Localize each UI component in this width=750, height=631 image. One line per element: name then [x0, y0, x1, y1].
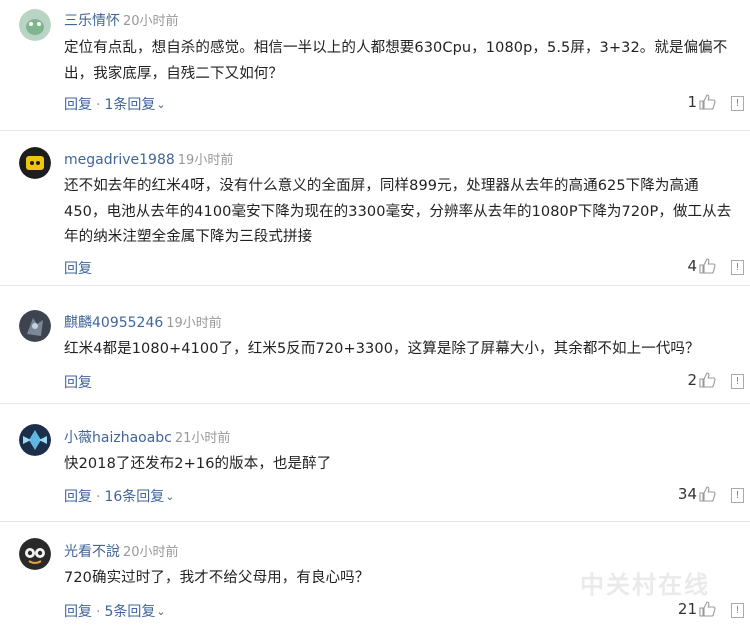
- separator: ·: [96, 489, 101, 505]
- like-count: 1: [687, 93, 697, 111]
- comment-author[interactable]: 小薇haizhaoabc 21小时前: [64, 427, 230, 447]
- watermark: 中关村在线: [580, 572, 710, 599]
- comment-item: 小薇haizhaoabc 21小时前 快2018了还发布2+16的版本，也是醉了 …: [0, 404, 750, 522]
- report-icon[interactable]: !: [731, 488, 744, 503]
- comment-actions: 回复 · 16条回复⌄: [64, 486, 175, 506]
- username[interactable]: 光看不說: [64, 544, 120, 560]
- thumbs-up-icon: [699, 372, 716, 388]
- thumbs-up-icon: [699, 601, 716, 617]
- like-button[interactable]: 1: [687, 93, 716, 111]
- chevron-down-icon: ⌄: [156, 605, 166, 618]
- avatar[interactable]: [19, 538, 51, 570]
- timestamp: 20小时前: [123, 14, 179, 29]
- avatar[interactable]: [19, 147, 51, 179]
- view-replies-button[interactable]: 1条回复⌄: [104, 97, 165, 113]
- reply-button[interactable]: 回复: [64, 97, 92, 113]
- reply-button[interactable]: 回复: [64, 261, 92, 277]
- comment-actions: 回复 · 1条回复⌄: [64, 94, 166, 114]
- username[interactable]: 小薇haizhaoabc: [64, 430, 172, 446]
- comment-item: 三乐情怀 20小时前 定位有点乱，想自杀的感觉。相信一半以上的人都想要630Cpu…: [0, 0, 750, 131]
- username[interactable]: 麒麟40955246: [64, 315, 163, 331]
- reply-button[interactable]: 回复: [64, 604, 92, 620]
- avatar[interactable]: [19, 424, 51, 456]
- comment-author[interactable]: megadrive1988 19小时前: [64, 149, 233, 168]
- comment-item: 麒麟40955246 19小时前 红米4都是1080+4100了，红米5反而720…: [0, 286, 750, 404]
- report-icon[interactable]: !: [731, 374, 744, 389]
- comment-body: 定位有点乱，想自杀的感觉。相信一半以上的人都想要630Cpu，1080p，5.5…: [64, 40, 728, 82]
- comment-author[interactable]: 麒麟40955246 19小时前: [64, 312, 222, 332]
- chevron-down-icon: ⌄: [156, 98, 166, 111]
- separator: ·: [96, 97, 101, 113]
- comment-author[interactable]: 光看不說 20小时前: [64, 541, 179, 561]
- view-replies-button[interactable]: 16条回复⌄: [104, 489, 174, 505]
- thumbs-up-icon: [699, 258, 716, 274]
- report-icon[interactable]: !: [731, 96, 744, 111]
- timestamp: 21小时前: [174, 431, 231, 446]
- like-button[interactable]: 2: [687, 371, 716, 389]
- comment-author[interactable]: 三乐情怀 20小时前: [64, 10, 179, 30]
- report-icon[interactable]: !: [731, 603, 744, 618]
- avatar[interactable]: [19, 9, 51, 41]
- like-count: 21: [677, 600, 697, 618]
- timestamp: 19小时前: [177, 153, 234, 168]
- like-count: 34: [677, 485, 697, 503]
- comment-actions: 回复: [64, 258, 92, 278]
- like-button[interactable]: 4: [687, 257, 716, 275]
- chevron-down-icon: ⌄: [165, 490, 175, 503]
- reply-button[interactable]: 回复: [64, 375, 92, 391]
- thumbs-up-icon: [699, 486, 716, 502]
- timestamp: 19小时前: [166, 316, 222, 331]
- like-count: 2: [687, 371, 697, 389]
- reply-button[interactable]: 回复: [64, 489, 92, 505]
- comment-body: 还不如去年的红米4呀，没有什么意义的全面屏，同样899元，处理器从去年的高通62…: [64, 178, 732, 245]
- comment-actions: 回复 · 5条回复⌄: [64, 601, 166, 621]
- view-replies-button[interactable]: 5条回复⌄: [104, 604, 165, 620]
- thumbs-up-icon: [699, 94, 716, 110]
- like-button[interactable]: 21: [678, 600, 716, 618]
- avatar[interactable]: [19, 310, 51, 342]
- username[interactable]: 三乐情怀: [64, 13, 120, 29]
- comment-body: 红米4都是1080+4100了，红米5反而720+3300，这算是除了屏幕大小，…: [64, 341, 700, 357]
- comment-actions: 回复: [64, 372, 92, 392]
- comment-body: 快2018了还发布2+16的版本，也是醉了: [64, 456, 332, 472]
- report-icon[interactable]: !: [731, 260, 744, 275]
- username[interactable]: megadrive1988: [64, 152, 175, 168]
- like-count: 4: [687, 257, 697, 275]
- separator: ·: [96, 604, 101, 620]
- timestamp: 20小时前: [123, 545, 179, 560]
- comment-item: megadrive1988 19小时前 还不如去年的红米4呀，没有什么意义的全面屏…: [0, 131, 750, 286]
- like-button[interactable]: 34: [678, 485, 716, 503]
